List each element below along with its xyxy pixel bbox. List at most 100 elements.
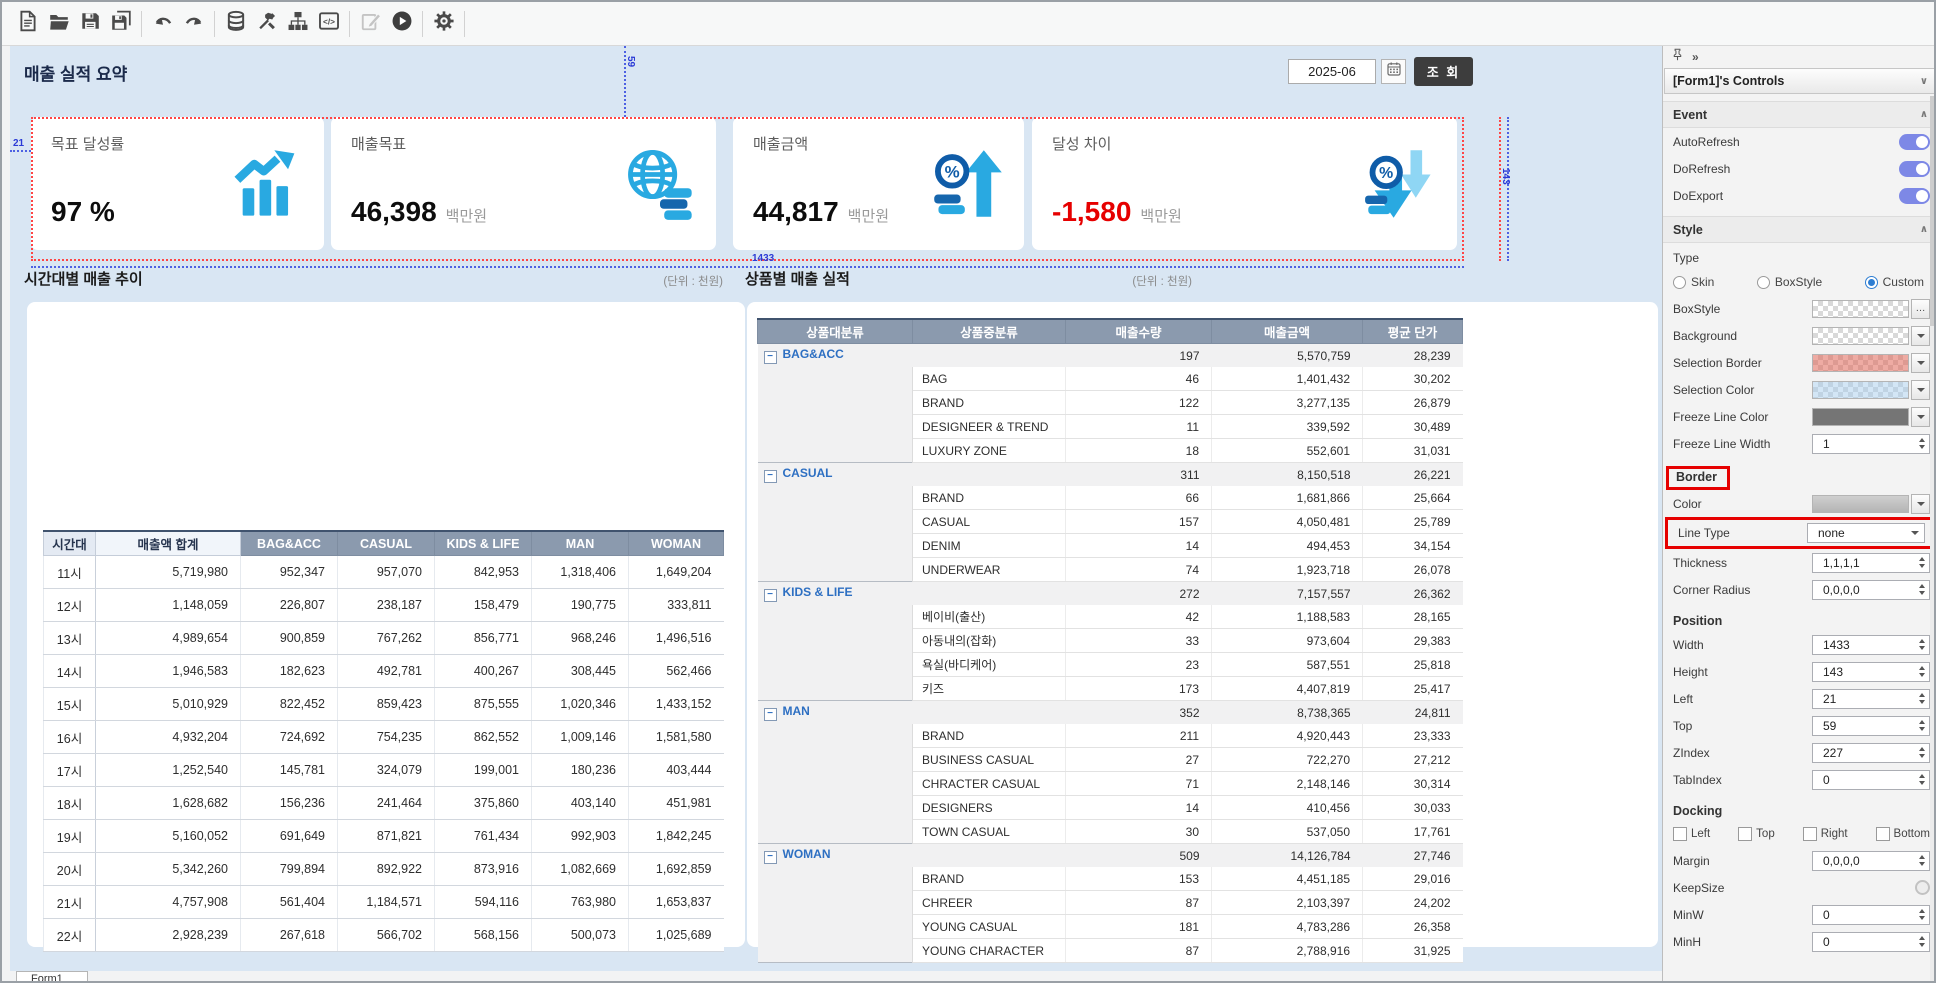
checkbox-left[interactable]: Left xyxy=(1673,827,1710,841)
checkbox-icon[interactable] xyxy=(1803,827,1817,841)
checkbox-bottom[interactable]: Bottom xyxy=(1876,827,1930,841)
selection-color-swatch[interactable] xyxy=(1812,381,1909,399)
spinner-buttons[interactable] xyxy=(1914,852,1929,870)
spin-down-icon[interactable] xyxy=(1919,727,1925,731)
sitemap-button[interactable] xyxy=(282,8,313,40)
redo-button[interactable] xyxy=(178,8,209,40)
autorefresh-toggle[interactable] xyxy=(1899,134,1930,150)
pin-icon[interactable] xyxy=(1671,48,1684,66)
tools-button[interactable] xyxy=(251,8,282,40)
dorefresh-toggle[interactable] xyxy=(1899,161,1930,177)
background-swatch[interactable] xyxy=(1812,327,1909,345)
checkbox-right[interactable]: Right xyxy=(1803,827,1848,841)
boxstyle-swatch[interactable] xyxy=(1812,300,1909,318)
spinner-buttons[interactable] xyxy=(1914,933,1929,951)
dropdown-button[interactable] xyxy=(1911,407,1930,427)
collapse-toggle-icon[interactable]: − xyxy=(764,589,777,602)
checkbox-top[interactable]: Top xyxy=(1738,827,1775,841)
minh-input[interactable]: 0 xyxy=(1812,932,1930,952)
collapse-panel-icon[interactable]: » xyxy=(1692,50,1699,64)
spinner-buttons[interactable] xyxy=(1914,636,1929,654)
radio-option-custom[interactable]: Custom xyxy=(1865,275,1924,289)
freeze-line-width-input[interactable]: 1 xyxy=(1812,434,1930,454)
database-button[interactable] xyxy=(220,8,251,40)
selection-border-swatch[interactable] xyxy=(1812,354,1909,372)
tab-form1[interactable]: Form1 xyxy=(16,971,88,983)
spin-down-icon[interactable] xyxy=(1919,646,1925,650)
doexport-toggle[interactable] xyxy=(1899,188,1930,204)
spin-up-icon[interactable] xyxy=(1919,747,1925,751)
spin-up-icon[interactable] xyxy=(1919,720,1925,724)
line-type-select[interactable]: none xyxy=(1807,523,1925,543)
margin-input[interactable]: 0,0,0,0 xyxy=(1812,851,1930,871)
thickness-input[interactable]: 1,1,1,1 xyxy=(1812,553,1930,573)
checkbox-icon[interactable] xyxy=(1738,827,1752,841)
open-folder-button[interactable] xyxy=(43,8,74,40)
spin-up-icon[interactable] xyxy=(1919,855,1925,859)
ellipsis-button[interactable]: … xyxy=(1911,299,1930,319)
spin-up-icon[interactable] xyxy=(1919,557,1925,561)
dropdown-button[interactable] xyxy=(1911,353,1930,373)
tabindex-input[interactable]: 0 xyxy=(1812,770,1930,790)
section-header-event[interactable]: Event∧ xyxy=(1663,101,1936,128)
spin-down-icon[interactable] xyxy=(1919,591,1925,595)
spinner-buttons[interactable] xyxy=(1914,554,1929,572)
settings-button[interactable] xyxy=(428,8,459,40)
zindex-input[interactable]: 227 xyxy=(1812,743,1930,763)
spinner-buttons[interactable] xyxy=(1914,744,1929,762)
height-input[interactable]: 143 xyxy=(1812,662,1930,682)
spin-down-icon[interactable] xyxy=(1919,564,1925,568)
dropdown-button[interactable] xyxy=(1911,494,1930,514)
spinner-buttons[interactable] xyxy=(1914,435,1929,453)
spin-up-icon[interactable] xyxy=(1919,666,1925,670)
collapse-toggle-icon[interactable]: − xyxy=(764,351,777,364)
run-button[interactable] xyxy=(386,8,417,40)
undo-button[interactable] xyxy=(147,8,178,40)
spin-down-icon[interactable] xyxy=(1919,916,1925,920)
top-input[interactable]: 59 xyxy=(1812,716,1930,736)
spin-down-icon[interactable] xyxy=(1919,781,1925,785)
spin-down-icon[interactable] xyxy=(1919,862,1925,866)
spinner-buttons[interactable] xyxy=(1914,717,1929,735)
radio-option-skin[interactable]: Skin xyxy=(1673,275,1714,289)
spin-up-icon[interactable] xyxy=(1919,584,1925,588)
collapse-toggle-icon[interactable]: − xyxy=(764,708,777,721)
spinner-buttons[interactable] xyxy=(1914,906,1929,924)
search-button[interactable]: 조 회 xyxy=(1414,57,1473,86)
spin-down-icon[interactable] xyxy=(1919,943,1925,947)
panel-scrollbar[interactable] xyxy=(1930,96,1936,983)
width-input[interactable]: 1433 xyxy=(1812,635,1930,655)
spin-down-icon[interactable] xyxy=(1919,700,1925,704)
spin-up-icon[interactable] xyxy=(1919,639,1925,643)
checkbox-icon[interactable] xyxy=(1876,827,1890,841)
dropdown-button[interactable] xyxy=(1911,380,1930,400)
corner-radius-input[interactable]: 0,0,0,0 xyxy=(1812,580,1930,600)
calendar-button[interactable] xyxy=(1381,59,1406,84)
new-document-button[interactable] xyxy=(12,8,43,40)
radio-icon[interactable] xyxy=(1757,276,1770,289)
radio-icon[interactable] xyxy=(1865,276,1878,289)
section-header-style[interactable]: Style∧ xyxy=(1663,216,1936,243)
code-window-button[interactable]: </> xyxy=(313,8,344,40)
spinner-buttons[interactable] xyxy=(1914,771,1929,789)
panel-header[interactable]: [Form1]'s Controls ∨ xyxy=(1664,68,1936,94)
collapse-toggle-icon[interactable]: − xyxy=(764,851,777,864)
radio-option-boxstyle[interactable]: BoxStyle xyxy=(1757,275,1822,289)
dropdown-button[interactable] xyxy=(1911,326,1930,346)
freeze-line-color-swatch[interactable] xyxy=(1812,408,1909,426)
spin-down-icon[interactable] xyxy=(1919,445,1925,449)
spin-up-icon[interactable] xyxy=(1919,438,1925,442)
minw-input[interactable]: 0 xyxy=(1812,905,1930,925)
spin-up-icon[interactable] xyxy=(1919,774,1925,778)
spin-up-icon[interactable] xyxy=(1919,936,1925,940)
spinner-buttons[interactable] xyxy=(1914,581,1929,599)
left-input[interactable]: 21 xyxy=(1812,689,1930,709)
radio-icon[interactable] xyxy=(1673,276,1686,289)
spinner-buttons[interactable] xyxy=(1914,663,1929,681)
save-as-button[interactable] xyxy=(105,8,136,40)
spin-down-icon[interactable] xyxy=(1919,673,1925,677)
spinner-buttons[interactable] xyxy=(1914,690,1929,708)
color-swatch[interactable] xyxy=(1812,495,1909,513)
spin-down-icon[interactable] xyxy=(1919,754,1925,758)
keepsize-toggle[interactable] xyxy=(1915,880,1930,895)
